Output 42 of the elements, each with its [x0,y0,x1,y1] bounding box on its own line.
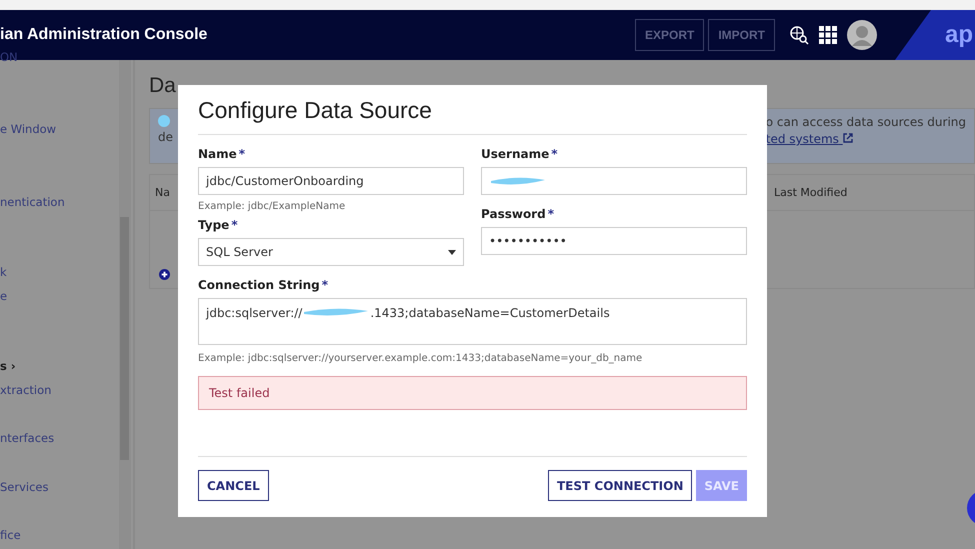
header-button[interactable]: EXPORT [634,19,704,51]
column-header: Last Modified [774,186,848,199]
app-title: ian Administration Console [0,26,208,44]
add-icon[interactable] [159,269,170,280]
sidebar-item[interactable]: s › [0,359,16,373]
logo: ap [895,10,975,60]
sidebar-item[interactable]: nterfaces [0,431,54,445]
error-alert: Test failed [198,376,747,410]
banner-text: de [158,130,173,144]
globe-search-icon[interactable] [789,25,809,45]
page-title: Da [149,74,176,98]
sidebar-item[interactable]: fice [0,528,21,542]
caret-icon [448,250,456,254]
sidebar-item[interactable]: e [0,289,8,303]
external-link-icon [842,133,853,143]
text-input[interactable]: jdbc/CustomerOnboarding [198,167,464,195]
sidebar-item[interactable]: nentication [0,195,65,209]
text-input[interactable]: ••••••••••• [481,227,747,255]
secondary-button[interactable]: CANCEL [198,470,269,501]
sidebar-item[interactable]: Services [0,480,48,494]
text-input[interactable] [481,167,747,195]
external-link[interactable]: ted systems [766,132,966,146]
chat-bubble-icon[interactable] [967,490,975,526]
type-select[interactable]: SQL Server [198,238,464,266]
field-label: Connection String * [198,278,330,292]
avatar-icon[interactable] [847,20,877,50]
secondary-button[interactable]: TEST CONNECTION [548,470,692,501]
field-hint: Example: jdbc/ExampleName [198,201,346,212]
apps-grid-icon[interactable] [819,26,837,44]
sidebar-item[interactable]: e Window [0,122,56,136]
column-header: Na [155,186,170,199]
field-label: Type * [198,218,239,232]
field-hint: Example: jdbc:sqlserver://yourserver.example.com:1433;databaseName=your_db_name [198,353,644,364]
sidebar-item[interactable]: xtraction [0,383,52,397]
sidebar-item[interactable]: k [0,265,7,279]
field-label: Username * [481,147,559,161]
field-label: Password * [481,207,555,221]
field-label: Name * [198,147,246,161]
connection-string-input[interactable]: jdbc:sqlserver:// .1433;databaseName=CustomerDetails [198,298,747,345]
info-icon [158,115,170,127]
header-button[interactable]: IMPORT [708,19,775,51]
dialog-title: Configure Data Source [198,97,747,135]
